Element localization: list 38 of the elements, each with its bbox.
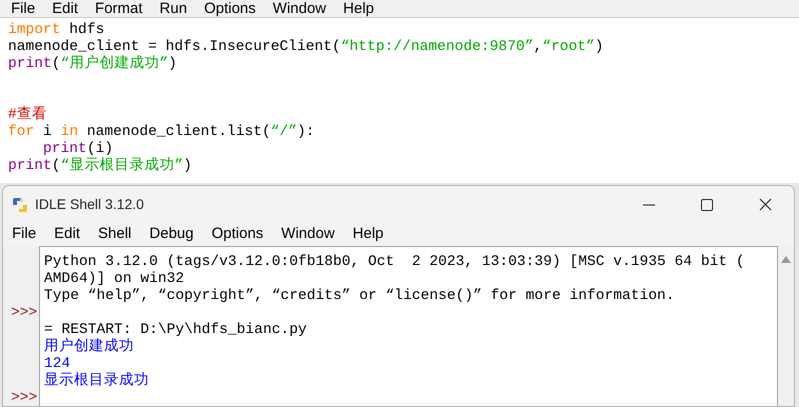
prompt: >>> [10,304,38,322]
code-line: print(i) [42,141,114,157]
menu-item[interactable]: Debug [141,223,204,246]
code-line: #查看 [8,107,48,124]
output-line: AMD64)] on win32 [44,270,186,288]
code-line: import hdfs [8,22,106,39]
menu-item[interactable]: Options [196,0,265,17]
output-line: 124 [44,356,72,372]
menu-item[interactable]: Window [273,223,345,246]
code-line: print(“用户创建成功”) [8,56,178,73]
menu-item[interactable]: Help [335,0,383,17]
output-line: 用户创建成功 [44,338,135,356]
python-icon [11,196,29,214]
menu-item[interactable]: Edit [44,0,88,17]
menu-item[interactable]: Format [87,0,152,17]
shell-output[interactable] [39,246,778,406]
output-line: Type “help”, “copyright”, “credits” or “license()” for more information. [44,288,676,304]
output-line: = RESTART: D:\Py\hdfs_bianc.py [44,322,308,338]
menu-item[interactable]: File [3,0,44,17]
menu-item[interactable]: Run [152,0,196,17]
menu-item[interactable]: Edit [46,223,90,246]
code-line: for i in namenode_client.list(“/”): [8,124,316,141]
minimize-icon [643,204,655,206]
code-line: print(“显示根目录成功”) [8,158,193,175]
menu-item[interactable]: Window [264,0,336,17]
scroll-up-icon[interactable] [781,256,791,262]
menu-item[interactable]: Shell [90,223,142,246]
output-line: 显示根目录成功 [44,372,150,390]
close-icon [758,198,772,211]
code-line: namenode_client = hdfs.InsecureClient(“http://namenode:9870”,“root”) [8,39,605,55]
menu-item[interactable]: Options [204,223,274,246]
prompt: >>> [10,390,38,406]
window-title: IDLE Shell 3.12.0 [35,195,144,214]
code-editor[interactable]: import hdfs namenode_client = hdfs.InsecureClient(“http://namenode:9870”,“root”) print(“用户创建成功”) #查看 for i in namenode_client.list(“/”): print(i) print(“显示根目录成功”) [0,17,799,183]
menu-item[interactable]: Help [344,223,394,246]
maximize-icon [701,198,713,210]
output-line: Python 3.12.0 (tags/v3.12.0:0fb18b0, Oct 2 2023, 13:03:39) [MSC v.1935 64 bit ( [44,254,746,270]
menu-item[interactable]: File [4,223,46,246]
